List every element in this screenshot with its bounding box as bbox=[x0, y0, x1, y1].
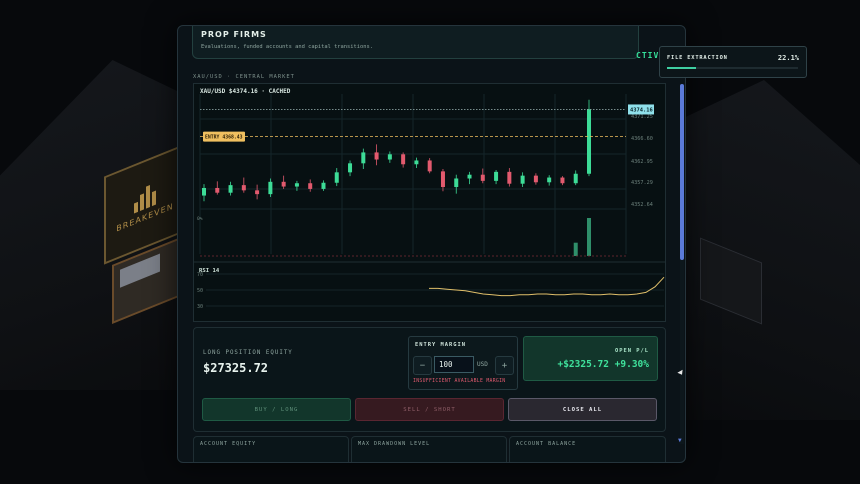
volume-bar bbox=[587, 218, 591, 256]
stat-account-balance: ACCOUNT BALANCE bbox=[509, 436, 666, 462]
stat-account-equity: ACCOUNT EQUITY bbox=[193, 436, 349, 462]
margin-increase-button[interactable]: + bbox=[495, 356, 514, 375]
margin-unit: USD bbox=[477, 361, 488, 368]
extraction-progress-fill bbox=[667, 67, 696, 69]
price-chart[interactable]: 4371.25 4366.60 4362.95 4357.29 4352.64 4374.… bbox=[193, 83, 666, 322]
price-tick-label: 4366.60 bbox=[631, 136, 653, 142]
candle-body bbox=[361, 152, 366, 164]
chart-ticker: XAU/USD $4374.16 · CACHED bbox=[200, 88, 291, 95]
candle-body bbox=[294, 183, 299, 187]
candle-body bbox=[308, 183, 313, 189]
rsi-level-label: 50 bbox=[197, 288, 203, 294]
close-all-button[interactable]: CLOSE ALL bbox=[508, 398, 657, 421]
candle-body bbox=[467, 174, 472, 179]
open-pnl-box: OPEN P/L +$2325.72 +9.30% bbox=[523, 336, 658, 381]
candle-body bbox=[494, 171, 499, 181]
candle-body bbox=[507, 171, 512, 184]
stat-max-drawdown: MAX DRAWDOWN LEVEL bbox=[351, 436, 507, 462]
candle-body bbox=[414, 160, 419, 165]
candle-body bbox=[547, 177, 552, 183]
chart-canvas[interactable]: 4371.25 4366.60 4362.95 4357.29 4352.64 4374.… bbox=[194, 84, 665, 321]
page-title: PROP FIRMS bbox=[201, 30, 267, 39]
margin-decrease-button[interactable]: − bbox=[413, 356, 432, 375]
file-extraction-widget: FILE EXTRACTION 22.1% bbox=[659, 46, 807, 78]
stat-label: ACCOUNT EQUITY bbox=[200, 441, 257, 447]
candle-body bbox=[587, 109, 591, 174]
extraction-percent: 22.1% bbox=[777, 54, 799, 62]
stat-label: ACCOUNT BALANCE bbox=[516, 441, 577, 447]
pnl-label: OPEN P/L bbox=[615, 348, 649, 354]
prop-firms-modal: PROP FIRMS Evaluations, funded accounts … bbox=[177, 25, 686, 463]
candle-body bbox=[440, 171, 445, 188]
price-tick-label: 4352.64 bbox=[631, 202, 653, 208]
candle-body bbox=[454, 178, 459, 188]
market-label: XAU/USD · CENTRAL MARKET bbox=[193, 74, 295, 80]
candle-body bbox=[255, 190, 260, 195]
candle-body bbox=[480, 174, 485, 181]
scrollbar-thumb[interactable] bbox=[680, 84, 684, 260]
candle-body bbox=[215, 187, 220, 193]
candle-body bbox=[427, 160, 432, 172]
price-tick-label: 4371.25 bbox=[631, 114, 653, 120]
candle-body bbox=[334, 172, 339, 183]
candle-body bbox=[533, 175, 538, 183]
scroll-down-icon[interactable]: ▼ bbox=[678, 437, 682, 444]
candle-body bbox=[573, 173, 578, 184]
candle-body bbox=[321, 182, 326, 189]
trade-panel: LONG POSITION EQUITY $27325.72 ENTRY MAR… bbox=[193, 327, 666, 432]
candle-body bbox=[241, 185, 246, 191]
rsi-level-label: 30 bbox=[197, 304, 203, 310]
margin-input[interactable] bbox=[434, 356, 474, 373]
candle-body bbox=[387, 154, 392, 160]
candle-body bbox=[228, 185, 233, 193]
candle-body bbox=[348, 163, 353, 173]
candle-body bbox=[374, 152, 379, 160]
stat-label: MAX DRAWDOWN LEVEL bbox=[358, 441, 431, 447]
candle-body bbox=[520, 175, 525, 184]
pnl-value: +$2325.72 +9.30% bbox=[557, 359, 649, 370]
price-tick-label: 4357.29 bbox=[631, 180, 653, 186]
price-tick-label: 4362.95 bbox=[631, 159, 653, 165]
extraction-progress-track bbox=[667, 67, 798, 69]
equity-label: LONG POSITION EQUITY bbox=[203, 350, 293, 356]
entry-label: ENTRY 4368.43 bbox=[205, 135, 243, 141]
volume-bar bbox=[573, 242, 578, 256]
volume-label: 0% bbox=[197, 216, 203, 222]
rsi-level-label: 70 bbox=[197, 272, 203, 278]
candle-body bbox=[401, 154, 406, 165]
extraction-label: FILE EXTRACTION bbox=[667, 55, 728, 61]
equity-value: $27325.72 bbox=[203, 361, 269, 375]
entry-margin-box: ENTRY MARGIN − USD + INSUFFICIENT AVAILA… bbox=[408, 336, 518, 390]
rsi-line bbox=[429, 276, 665, 297]
candle-body bbox=[560, 177, 565, 184]
margin-warning: INSUFFICIENT AVAILABLE MARGIN bbox=[413, 379, 506, 384]
sell-short-button[interactable]: SELL / SHORT bbox=[355, 398, 504, 421]
candle-body bbox=[268, 181, 273, 195]
margin-label: ENTRY MARGIN bbox=[415, 342, 466, 348]
candle-body bbox=[281, 181, 286, 187]
page-subtitle: Evaluations, funded accounts and capital… bbox=[201, 44, 374, 50]
candle-body bbox=[202, 187, 206, 196]
buy-long-button[interactable]: BUY / LONG bbox=[202, 398, 351, 421]
modal-header: PROP FIRMS Evaluations, funded accounts … bbox=[192, 26, 639, 59]
last-price-label: 4374.16 bbox=[630, 108, 653, 114]
